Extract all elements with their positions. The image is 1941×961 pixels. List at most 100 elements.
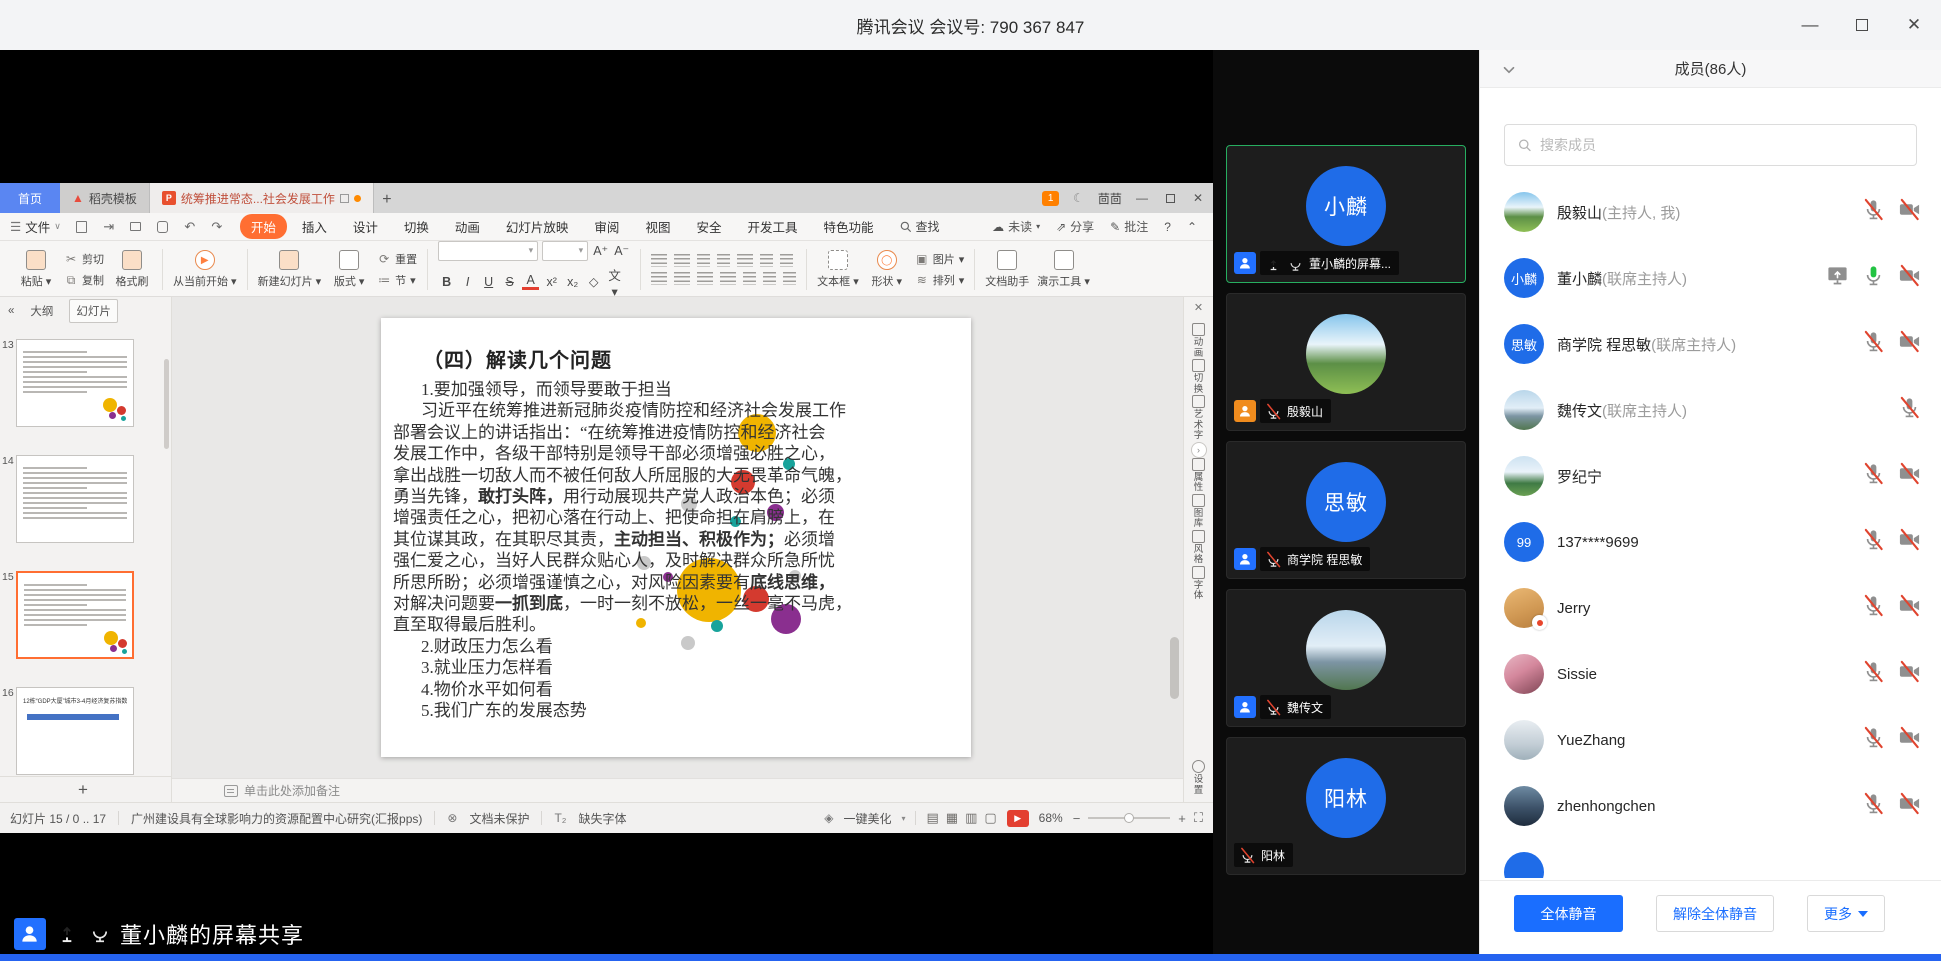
side-tool-7[interactable]: 字体 <box>1191 566 1207 602</box>
wps-home-tab[interactable]: 首页 <box>0 183 60 213</box>
help-button[interactable]: ? <box>1164 220 1171 234</box>
camera-off-icon[interactable] <box>1898 726 1921 754</box>
notes-bar[interactable]: 单击此处添加备注 <box>172 778 1183 802</box>
mute-all-button[interactable]: 全体静音 <box>1514 895 1623 932</box>
arrange-button[interactable]: ≋排列 ▾ <box>915 272 965 288</box>
side-tool-4[interactable]: 属性 <box>1191 458 1207 494</box>
maximize-icon[interactable] <box>1851 14 1873 36</box>
italic-button[interactable]: I <box>459 275 476 289</box>
member-row[interactable]: 小麟董小麟(联席主持人) <box>1480 245 1941 311</box>
camera-off-icon[interactable] <box>1898 528 1921 556</box>
phonetic-button[interactable]: 文▾ <box>606 265 623 298</box>
close-pane-icon[interactable]: ✕ <box>1194 301 1203 314</box>
text-direction-icon[interactable] <box>737 254 753 267</box>
message-count-badge[interactable]: 1 <box>1042 191 1059 206</box>
outline-tab[interactable]: 大纲 <box>24 300 59 322</box>
font-color-button[interactable]: A <box>522 273 539 290</box>
undo-icon[interactable]: ↶ <box>181 219 199 235</box>
mic-muted-icon[interactable] <box>1862 594 1885 622</box>
video-tile-5[interactable]: 阳林rect x="9" y="2.5" width="6" height="1… <box>1226 737 1466 875</box>
menu-item[interactable]: 安全 <box>685 214 732 239</box>
wps-close-icon[interactable]: ✕ <box>1193 191 1203 205</box>
underline-button[interactable]: U <box>480 275 497 289</box>
wps-document-tab[interactable]: P 统筹推进常态...社会发展工作 <box>149 183 374 213</box>
settings-label[interactable]: 设置 <box>1193 775 1205 796</box>
missing-font-status[interactable]: 缺失字体 <box>578 810 626 827</box>
menu-item[interactable]: 幻灯片放映 <box>495 214 580 239</box>
distribute-icon[interactable] <box>743 272 756 285</box>
mic-muted-icon[interactable] <box>1862 462 1885 490</box>
member-row[interactable]: Jerry <box>1480 575 1941 641</box>
find-button[interactable]: 查找 <box>899 218 940 235</box>
unread-messages-button[interactable]: ☁未读▾ <box>992 218 1040 235</box>
slide-layout-button[interactable]: 版式 ▾ <box>329 250 369 289</box>
align-left-icon[interactable] <box>651 272 667 285</box>
align-right-icon[interactable] <box>697 272 713 285</box>
thumbnail-scrollbar[interactable] <box>164 359 169 449</box>
new-tab-button[interactable]: + <box>374 187 400 213</box>
cut-button[interactable]: ✂剪切 <box>64 251 104 267</box>
member-row[interactable] <box>1480 839 1941 878</box>
menu-item[interactable]: 视图 <box>634 214 681 239</box>
doc-helper-button[interactable]: 文档助手 <box>985 250 1029 289</box>
video-tile-3[interactable]: 思敏 rect x="9" y="2.5" width="6" height="… <box>1226 441 1466 579</box>
member-row[interactable]: 罗纪宁 <box>1480 443 1941 509</box>
video-tile-1[interactable]: 小麟 rect x="2.5" y="3.5" width="19" heigh… <box>1226 145 1466 283</box>
mic-muted-icon[interactable] <box>1862 660 1885 688</box>
menu-item[interactable]: 动画 <box>444 214 491 239</box>
comment-button[interactable]: ✎批注 <box>1110 218 1148 235</box>
gear-icon[interactable] <box>1192 760 1205 773</box>
redo-icon[interactable]: ↷ <box>208 219 226 235</box>
play-from-current-button[interactable]: ▶从当前开始 ▾ <box>173 250 237 289</box>
zoom-slider[interactable] <box>1088 817 1170 819</box>
textbox-button[interactable]: 文本框 ▾ <box>817 250 859 289</box>
indent-decrease-icon[interactable] <box>697 254 710 267</box>
mic-on-icon[interactable] <box>1862 264 1885 292</box>
side-tool-2[interactable]: 切换 <box>1191 359 1207 395</box>
export-icon[interactable]: ⇥ <box>100 219 118 235</box>
slides-tab[interactable]: 幻灯片 <box>69 299 118 323</box>
increase-font-button[interactable]: A⁺ <box>592 243 609 258</box>
add-slide-button[interactable]: + <box>78 780 88 800</box>
superscript-button[interactable]: x² <box>543 275 560 289</box>
print-icon[interactable] <box>127 219 145 235</box>
strikethrough-button[interactable]: S <box>501 275 518 289</box>
chevron-down-icon[interactable] <box>1500 61 1518 79</box>
slide-thumbnail-15[interactable] <box>16 571 134 659</box>
more-button[interactable]: 更多 <box>1807 895 1885 932</box>
wps-account-name[interactable]: 茴茴 <box>1098 190 1122 207</box>
minimize-icon[interactable]: — <box>1799 14 1821 36</box>
reset-button[interactable]: ⟳重置 <box>377 251 417 267</box>
save-icon[interactable] <box>73 219 91 235</box>
section-button[interactable]: ≔节 ▾ <box>377 272 417 288</box>
menu-item[interactable]: 开发工具 <box>736 214 808 239</box>
side-tool-3[interactable]: 艺术字 <box>1191 395 1207 442</box>
member-row[interactable]: 思敏商学院 程思敏(联席主持人) <box>1480 311 1941 377</box>
member-row[interactable]: zhenhongchen <box>1480 773 1941 839</box>
member-row[interactable]: 魏传文(联席主持人) <box>1480 377 1941 443</box>
unmute-all-button[interactable]: 解除全体静音 <box>1656 895 1774 932</box>
present-tools-button[interactable]: 演示工具 ▾ <box>1037 250 1090 289</box>
skin-icon[interactable]: ☾ <box>1073 191 1084 205</box>
menu-item[interactable]: 设计 <box>342 214 389 239</box>
video-tile-2[interactable]: rect x="9" y="2.5" width="6" height="11.… <box>1226 293 1466 431</box>
subscript-button[interactable]: x₂ <box>564 275 581 289</box>
camera-off-icon[interactable] <box>1898 792 1921 820</box>
new-slide-button[interactable]: 新建幻灯片 ▾ <box>258 250 322 289</box>
camera-off-icon[interactable] <box>1898 330 1921 358</box>
paste-button[interactable]: 粘贴 ▾ <box>16 250 56 289</box>
menu-item[interactable]: 审阅 <box>583 214 630 239</box>
slide-thumbnail-14[interactable] <box>16 455 134 543</box>
side-tool-1[interactable]: 动画 <box>1191 323 1207 359</box>
slide-sorter-icon[interactable]: ▦ <box>946 810 958 826</box>
preview-icon[interactable] <box>154 219 172 235</box>
camera-off-icon[interactable] <box>1898 198 1921 226</box>
collapse-panel-icon[interactable]: « <box>8 305 14 317</box>
camera-off-icon[interactable] <box>1898 594 1921 622</box>
member-search-box[interactable] <box>1504 124 1917 166</box>
font-size-select[interactable]: ▾ <box>542 241 588 261</box>
paragraph-settings-icon[interactable] <box>783 272 796 285</box>
share-doc-button[interactable]: ⇗分享 <box>1056 218 1094 235</box>
wps-maximize-icon[interactable] <box>1166 194 1175 203</box>
mic-muted-icon[interactable] <box>1862 198 1885 226</box>
